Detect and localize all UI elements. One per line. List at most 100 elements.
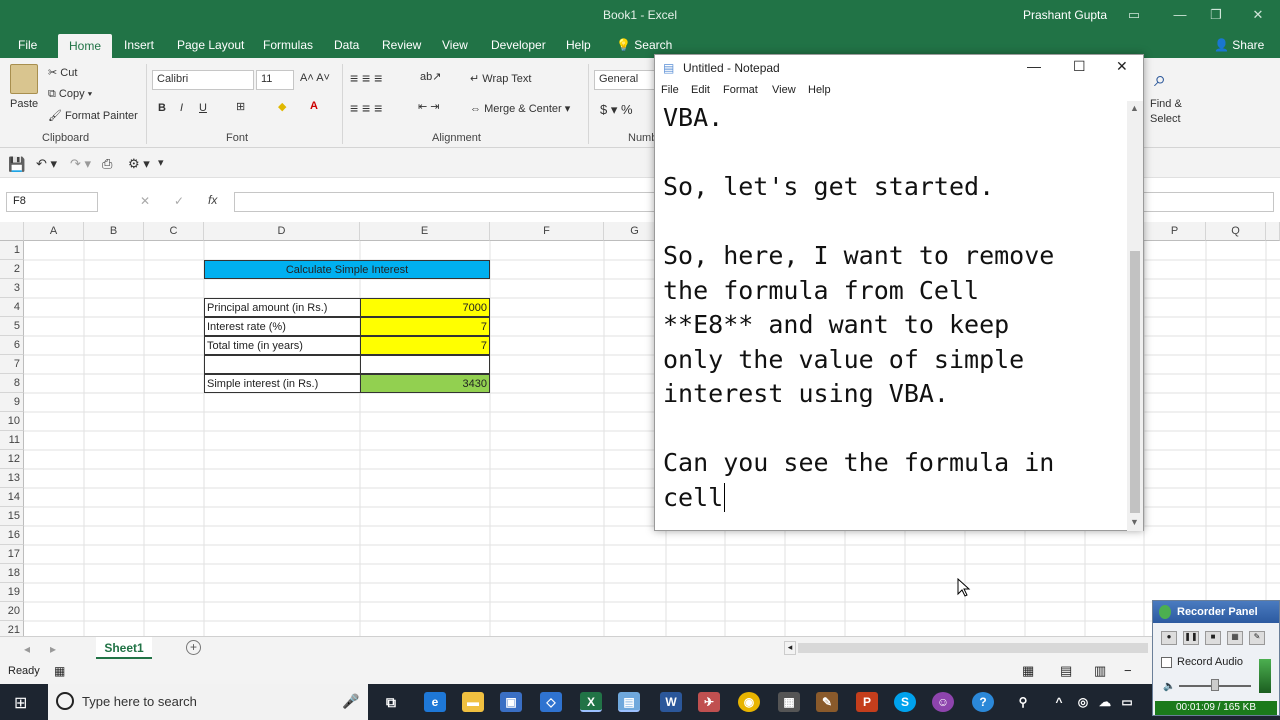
- column-header[interactable]: D: [204, 222, 360, 241]
- column-header[interactable]: A: [24, 222, 84, 241]
- row-header[interactable]: 12: [0, 450, 24, 469]
- row-header[interactable]: 6: [0, 336, 24, 355]
- tab-insert[interactable]: Insert: [124, 38, 154, 52]
- powerpoint-icon[interactable]: P: [856, 692, 878, 712]
- row-header[interactable]: 4: [0, 298, 24, 317]
- align-left-icon[interactable]: ≡ ≡ ≡: [350, 100, 382, 116]
- row-header[interactable]: 3: [0, 279, 24, 298]
- merge-center-button[interactable]: ⇔ Merge & Center ▾: [470, 102, 570, 115]
- scroll-up-icon[interactable]: ▲: [1130, 103, 1139, 113]
- column-header[interactable]: P: [1144, 222, 1206, 241]
- skype-icon[interactable]: S: [894, 692, 916, 712]
- menu-edit[interactable]: Edit: [691, 84, 710, 96]
- row-header[interactable]: 7: [0, 355, 24, 374]
- user-name[interactable]: Prashant Gupta: [1023, 8, 1107, 22]
- name-box[interactable]: F8: [6, 192, 98, 212]
- scroll-left-icon[interactable]: ◂: [24, 642, 30, 656]
- column-header[interactable]: Q: [1206, 222, 1266, 241]
- underline-icon[interactable]: U: [199, 102, 207, 114]
- italic-icon[interactable]: I: [180, 102, 183, 114]
- fill-color-icon[interactable]: ◆: [278, 100, 286, 113]
- volume-slider-thumb[interactable]: [1211, 679, 1219, 691]
- normal-view-icon[interactable]: ▦: [1022, 663, 1034, 679]
- redo-icon[interactable]: ↷ ▾: [70, 156, 91, 172]
- align-top-icon[interactable]: ≡ ≡ ≡: [350, 70, 382, 86]
- tab-developer[interactable]: Developer: [491, 38, 546, 52]
- store-icon[interactable]: ▣: [500, 692, 522, 712]
- select-all[interactable]: [0, 222, 24, 241]
- orientation-icon[interactable]: ab↗: [420, 70, 441, 83]
- pause-icon[interactable]: ❚❚: [1183, 631, 1199, 645]
- font-grow-icon[interactable]: A˄ A˅: [300, 72, 330, 84]
- tab-page-layout[interactable]: Page Layout: [177, 38, 244, 52]
- column-header[interactable]: E: [360, 222, 490, 241]
- row-header[interactable]: 19: [0, 583, 24, 602]
- app-icon-2[interactable]: ✎: [816, 692, 838, 712]
- bold-icon[interactable]: B: [158, 102, 166, 114]
- scroll-down-icon[interactable]: ▼: [1130, 517, 1139, 527]
- column-header[interactable]: B: [84, 222, 144, 241]
- row-header[interactable]: 13: [0, 469, 24, 488]
- tab-formulas[interactable]: Formulas: [263, 38, 313, 52]
- insert-function-icon[interactable]: fx: [208, 193, 217, 207]
- cell-e6[interactable]: 7: [360, 336, 490, 355]
- cut-button[interactable]: ✂ Cut: [48, 66, 77, 79]
- page-layout-view-icon[interactable]: ▤: [1060, 663, 1072, 679]
- menu-view[interactable]: View: [772, 84, 796, 96]
- vertical-scrollbar[interactable]: ▲ ▼: [1127, 101, 1143, 531]
- row-header[interactable]: 15: [0, 507, 24, 526]
- save-icon[interactable]: 💾: [8, 156, 25, 173]
- stop-icon[interactable]: ■: [1205, 631, 1221, 645]
- row-header[interactable]: 1: [0, 241, 24, 260]
- notepad-taskbar-icon[interactable]: ▤: [618, 692, 640, 712]
- onedrive-icon[interactable]: ☁: [1094, 692, 1116, 712]
- title-cell-d2[interactable]: Calculate Simple Interest: [204, 260, 490, 279]
- column-header[interactable]: F: [490, 222, 604, 241]
- menu-help[interactable]: Help: [808, 84, 831, 96]
- cancel-icon[interactable]: ✕: [140, 194, 150, 208]
- ribbon-display-icon[interactable]: ▭: [1124, 6, 1144, 24]
- share-button[interactable]: 👤 Share: [1214, 38, 1264, 52]
- find-icon[interactable]: ⌕: [1154, 66, 1166, 92]
- row-header[interactable]: 11: [0, 431, 24, 450]
- calculator-icon[interactable]: ▦: [778, 692, 800, 712]
- maximize-icon[interactable]: ❐: [1206, 6, 1226, 24]
- cell-d7[interactable]: [204, 355, 361, 374]
- record-icon[interactable]: ●: [1161, 631, 1177, 645]
- minimize-icon[interactable]: —: [1170, 6, 1190, 24]
- currency-icon[interactable]: $ ▾ %: [600, 102, 633, 118]
- excel-taskbar-icon[interactable]: X: [580, 692, 602, 712]
- word-icon[interactable]: W: [660, 692, 682, 712]
- dropbox-icon[interactable]: ◇: [540, 692, 562, 712]
- print-preview-icon[interactable]: ⎙: [102, 156, 112, 172]
- recorder-title[interactable]: Recorder Panel: [1153, 601, 1279, 623]
- scroll-right-icon[interactable]: ▸: [50, 642, 56, 656]
- cell-d8[interactable]: Simple interest (in Rs.): [204, 374, 361, 393]
- indent-icon[interactable]: ⇤ ⇥: [418, 100, 440, 113]
- row-header[interactable]: 5: [0, 317, 24, 336]
- edge-icon[interactable]: e: [424, 692, 446, 712]
- row-header[interactable]: 10: [0, 412, 24, 431]
- format-painter-button[interactable]: 🖌 Format Painter: [48, 109, 138, 122]
- tab-data[interactable]: Data: [334, 38, 359, 52]
- font-name-select[interactable]: Calibri: [152, 70, 254, 90]
- sheet-tab-sheet1[interactable]: Sheet1: [96, 637, 152, 659]
- tab-view[interactable]: View: [442, 38, 468, 52]
- app-icon[interactable]: ✈: [698, 692, 720, 712]
- network-icon[interactable]: ▭: [1116, 692, 1138, 712]
- tray-icon[interactable]: ◎: [1072, 692, 1094, 712]
- find-select-button[interactable]: Find &: [1150, 98, 1182, 110]
- close-icon[interactable]: ✕: [1116, 58, 1128, 75]
- font-color-icon[interactable]: A: [310, 100, 318, 112]
- people-icon[interactable]: ⚲: [1012, 692, 1034, 712]
- task-view-icon[interactable]: ⧉: [380, 692, 402, 712]
- paste-button[interactable]: Paste: [10, 98, 38, 110]
- cell-d4[interactable]: Principal amount (in Rs.): [204, 298, 361, 317]
- taskbar-search-box[interactable]: Type here to search 🎤: [48, 684, 368, 720]
- paste-icon[interactable]: [10, 64, 38, 94]
- notepad-text-area[interactable]: VBA. So, let's get started. So, here, I …: [663, 101, 1125, 531]
- windows-start-icon[interactable]: ⊞: [14, 693, 27, 713]
- cell-e7[interactable]: [360, 355, 490, 374]
- hscroll-left-icon[interactable]: ◂: [784, 641, 796, 655]
- macro-icon[interactable]: ⚙ ▾: [128, 156, 150, 172]
